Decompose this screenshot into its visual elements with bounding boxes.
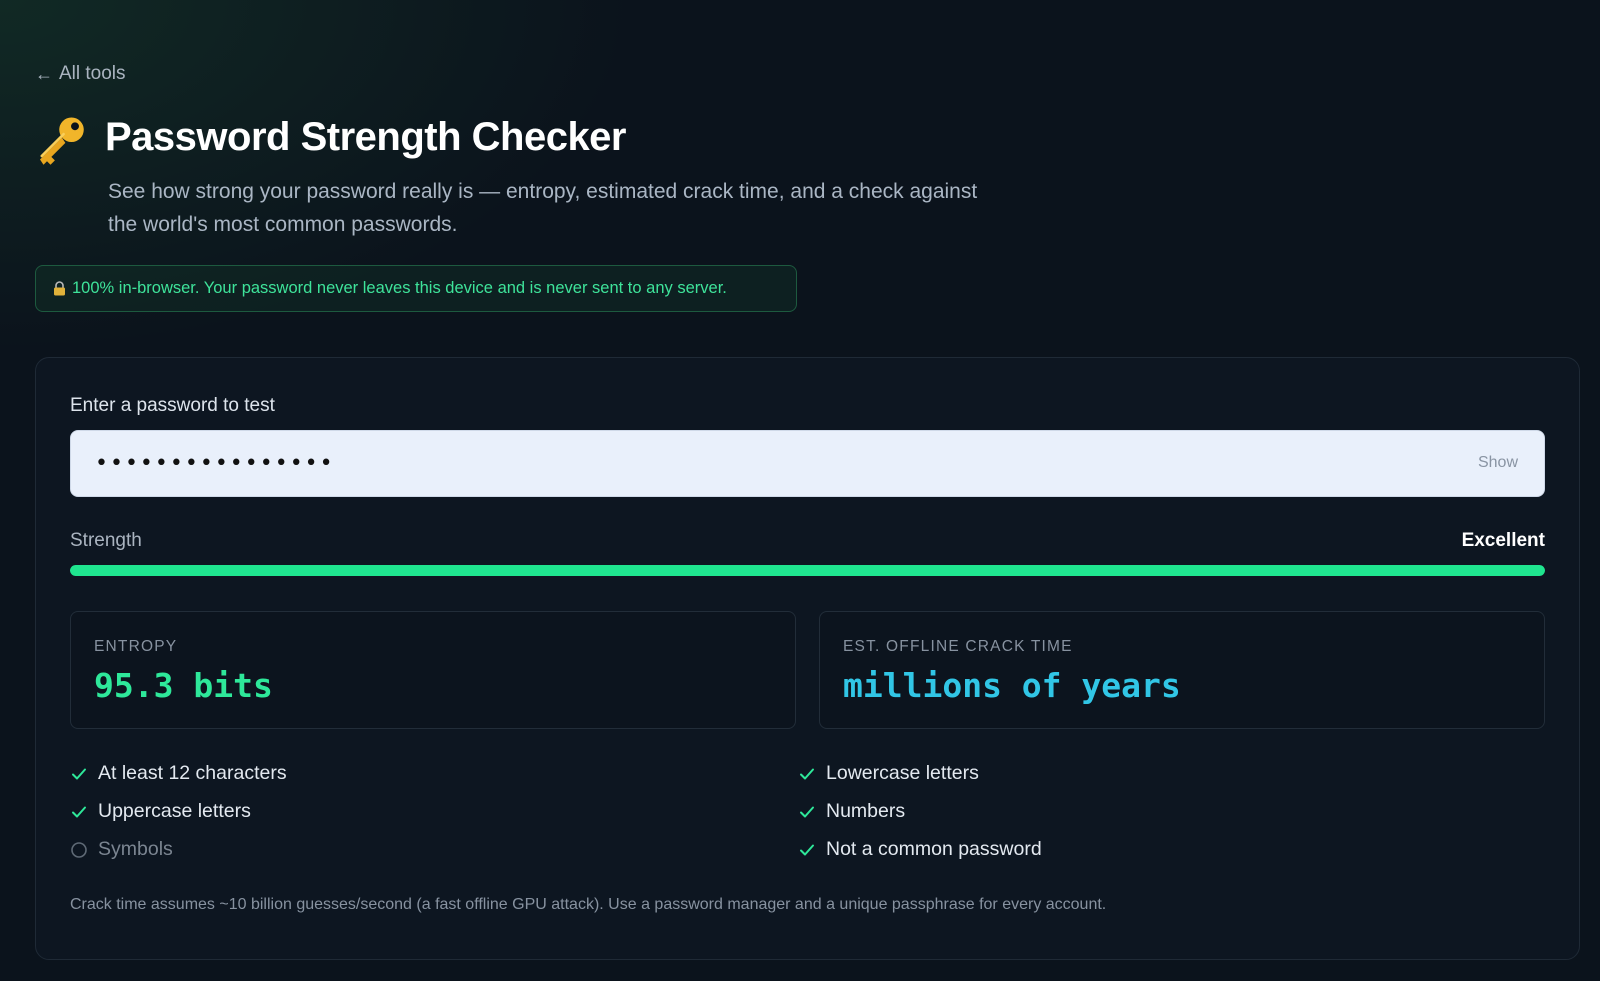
privacy-text: 100% in-browser. Your password never lea… — [72, 279, 727, 297]
entropy-label: ENTROPY — [94, 638, 178, 655]
checklist-item-label: At least 12 characters — [98, 762, 287, 784]
entropy-stat: ENTROPY 95.3 bits — [70, 611, 796, 729]
checklist-item-label: Symbols — [98, 838, 173, 860]
strength-bar — [70, 565, 1545, 576]
show-password-button[interactable]: Show — [1478, 454, 1518, 472]
back-link-label: All tools — [59, 63, 126, 84]
arrow-left-icon: ← — [35, 64, 53, 84]
password-input[interactable] — [71, 431, 1544, 496]
strength-bar-fill — [70, 565, 1545, 576]
page-subtitle: See how strong your password really is —… — [108, 175, 1068, 241]
checklist-item-label: Numbers — [826, 800, 906, 822]
checkmark-icon — [800, 768, 814, 779]
password-field-label: Enter a password to test — [70, 395, 275, 416]
key-icon — [40, 117, 84, 165]
back-link[interactable]: ← All tools — [35, 63, 126, 85]
checklist-item: At least 12 characters — [70, 762, 287, 785]
entropy-value: 95.3 bits — [94, 666, 273, 705]
checkmark-icon — [800, 844, 814, 855]
strength-label: Strength — [70, 530, 142, 551]
checker-card: Enter a password to test Show Strength E… — [35, 357, 1580, 960]
crack-time-note: Crack time assumes ~10 billion guesses/s… — [70, 896, 1107, 913]
crack-time-value: millions of years — [843, 666, 1181, 705]
checklist-item: Lowercase letters — [798, 762, 979, 785]
checkmark-icon — [72, 768, 86, 779]
checklist-item-label: Not a common password — [826, 838, 1042, 860]
password-field: Show — [70, 430, 1545, 497]
page-header: Password Strength Checker — [33, 112, 627, 170]
checklist-item: Symbols — [70, 838, 173, 861]
subtitle-line-2: the world's most common passwords. — [108, 213, 458, 236]
checkmark-icon — [800, 806, 814, 817]
strength-value: Excellent — [1461, 530, 1545, 551]
page-title: Password Strength Checker — [105, 115, 627, 159]
checklist-item: Uppercase letters — [70, 800, 251, 823]
crack-time-stat: EST. OFFLINE CRACK TIME millions of year… — [819, 611, 1545, 729]
empty-circle-icon — [71, 841, 87, 858]
checklist-item-label: Lowercase letters — [826, 762, 979, 784]
checkmark-icon — [72, 806, 86, 817]
crack-time-label: EST. OFFLINE CRACK TIME — [843, 638, 1073, 655]
checklist-item: Not a common password — [798, 838, 1042, 861]
subtitle-line-1: See how strong your password really is —… — [108, 180, 978, 203]
lock-icon — [54, 281, 65, 296]
checklist-item: Numbers — [798, 800, 905, 823]
checklist-item-label: Uppercase letters — [98, 800, 251, 822]
privacy-notice: 100% in-browser. Your password never lea… — [35, 265, 797, 312]
